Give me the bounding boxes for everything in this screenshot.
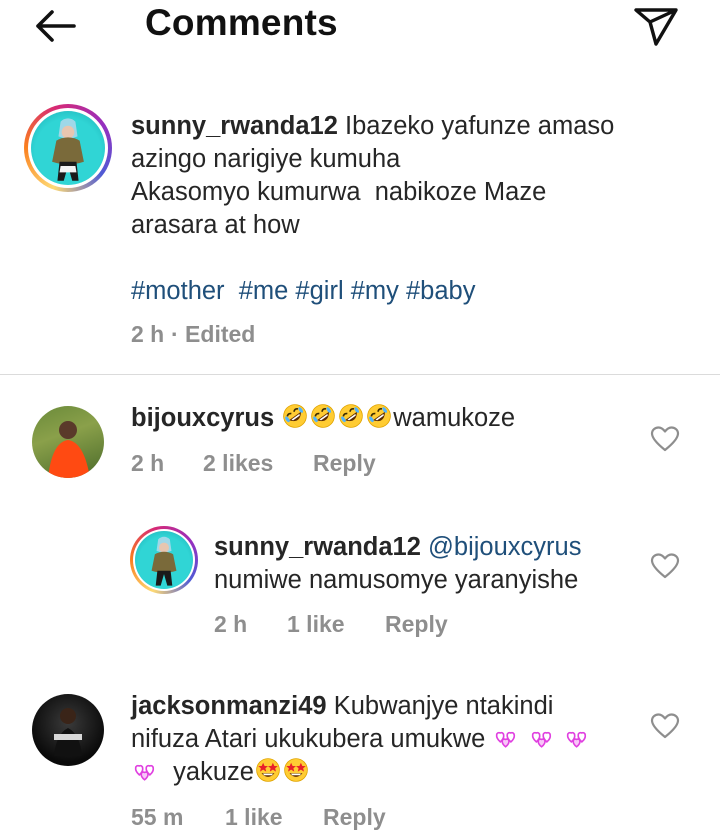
- caption-line: Ibazeko yafunze amaso: [345, 112, 615, 140]
- comment-time: 2 h: [131, 450, 165, 476]
- comment-likes[interactable]: 1 like: [225, 804, 283, 831]
- heart-icon[interactable]: [650, 425, 680, 453]
- caption-username[interactable]: sunny_rwanda12: [131, 112, 338, 140]
- heart-icon[interactable]: [650, 712, 680, 740]
- revolving-hearts-icon: [493, 724, 519, 750]
- reply-button[interactable]: Reply: [323, 804, 386, 831]
- heart-icon[interactable]: [650, 552, 680, 580]
- hashtag-link[interactable]: #baby: [406, 277, 475, 305]
- comment-text: bijouxcyrus wamukoze: [131, 402, 631, 435]
- divider: [0, 374, 720, 375]
- rofl-emoji-icon: [282, 403, 308, 429]
- caption-time: 2 h: [131, 321, 165, 347]
- profile-photo-icon: [54, 708, 82, 756]
- comment-likes[interactable]: 1 like: [287, 611, 345, 638]
- caption-line: Akasomyo kumurwa nabikoze Maze: [131, 178, 547, 206]
- comment-time: 55 m: [131, 804, 184, 830]
- star-struck-emoji-icon: [283, 757, 309, 783]
- comment-time: 2 h: [214, 611, 248, 637]
- profile-photo-icon: [151, 536, 177, 586]
- comment-text: sunny_rwanda12 @bijouxcyrus numiwe namus…: [214, 531, 634, 597]
- edited-label: · Edited: [171, 321, 256, 347]
- comment-username[interactable]: sunny_rwanda12: [214, 533, 421, 561]
- comment-likes[interactable]: 2 likes: [203, 450, 273, 477]
- revolving-hearts-icon: [132, 757, 158, 783]
- reply-button[interactable]: Reply: [313, 450, 376, 477]
- hashtag-link[interactable]: #girl: [295, 277, 343, 305]
- rofl-emoji-icon: [310, 403, 336, 429]
- caption-avatar[interactable]: [24, 104, 112, 192]
- caption-line: azingo narigiye kumuha: [131, 145, 401, 173]
- comment-body: yakuze: [173, 758, 254, 786]
- reply-button[interactable]: Reply: [385, 611, 448, 638]
- star-struck-emoji-icon: [255, 757, 281, 783]
- page-title: Comments: [145, 2, 338, 43]
- hashtag-link[interactable]: #me: [239, 277, 289, 305]
- comment-username[interactable]: bijouxcyrus: [131, 404, 274, 432]
- comment-body: nifuza Atari ukukubera umukwe: [131, 725, 486, 753]
- commenter-avatar[interactable]: [130, 526, 198, 594]
- rofl-emoji-icon: [338, 403, 364, 429]
- comment-username[interactable]: jacksonmanzi49: [131, 692, 327, 720]
- profile-photo-icon: [52, 118, 84, 181]
- comment-text: jacksonmanzi49 Kubwanjye ntakindi nifuza…: [131, 690, 631, 789]
- hashtag-row: #mother #me #girl #my #baby: [131, 275, 691, 308]
- rofl-emoji-icon: [366, 403, 392, 429]
- comment-body: Kubwanjye ntakindi: [333, 692, 554, 720]
- caption-line: arasara at how: [131, 211, 300, 239]
- revolving-hearts-icon: [564, 724, 590, 750]
- paper-plane-icon[interactable]: [630, 4, 682, 48]
- profile-photo-icon: [48, 421, 90, 478]
- arrow-left-icon[interactable]: [28, 6, 88, 46]
- revolving-hearts-icon: [529, 724, 555, 750]
- comment-body: numiwe namusomye yaranyishe: [214, 566, 579, 594]
- commenter-avatar[interactable]: [32, 406, 104, 478]
- header-bar: Comments: [0, 0, 720, 60]
- hashtag-link[interactable]: #mother: [131, 277, 225, 305]
- comment-body: wamukoze: [393, 404, 516, 432]
- mention-link[interactable]: @bijouxcyrus: [428, 533, 581, 561]
- caption-text: sunny_rwanda12 Ibazeko yafunze amaso azi…: [131, 110, 691, 242]
- commenter-avatar[interactable]: [32, 694, 104, 766]
- hashtag-link[interactable]: #my: [351, 277, 399, 305]
